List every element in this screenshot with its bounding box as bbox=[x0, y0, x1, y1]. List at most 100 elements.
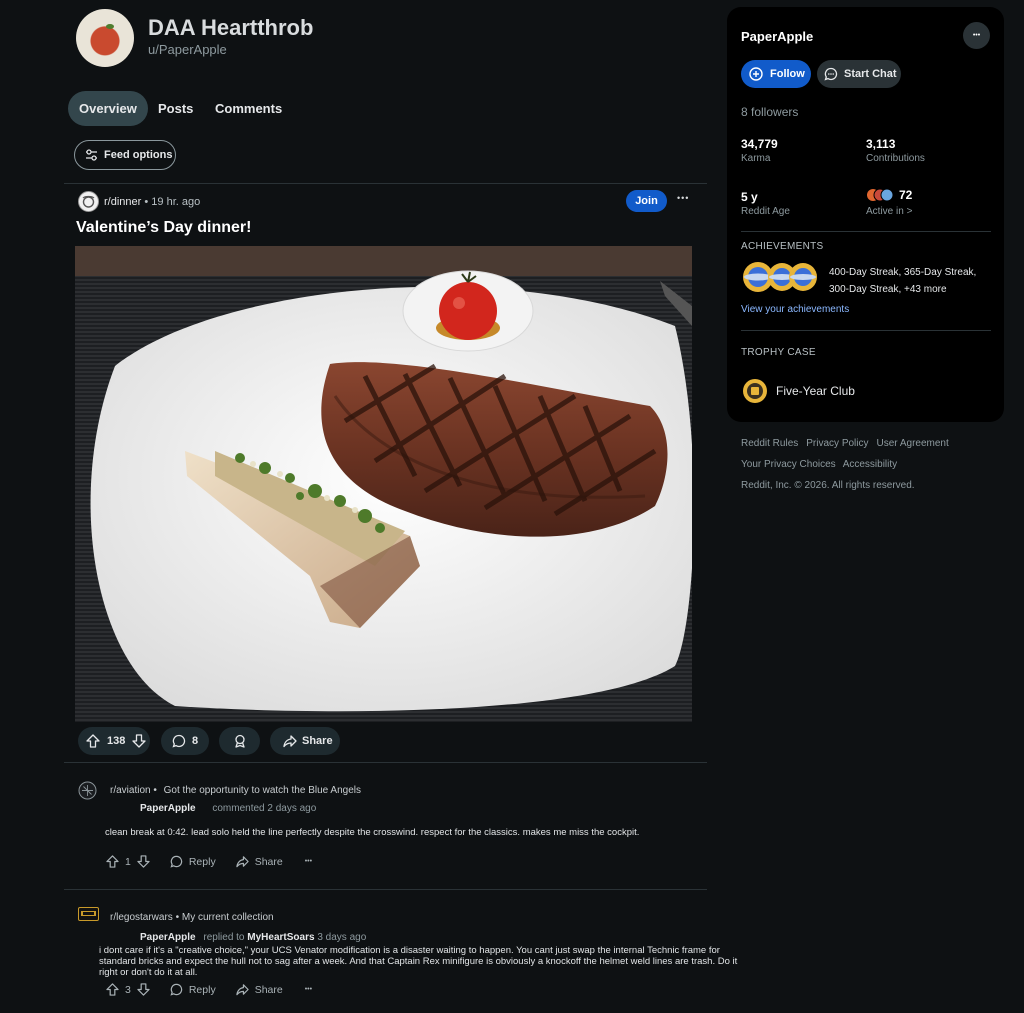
profile-display-name: DAA Heartthrob bbox=[148, 15, 314, 40]
footer-links-row-2: Your Privacy Choices Accessibility bbox=[741, 459, 897, 470]
follow-label: Follow bbox=[770, 68, 805, 80]
comment-meta: commented 2 days ago bbox=[212, 803, 317, 814]
post-more-button[interactable]: ••• bbox=[677, 193, 689, 203]
subreddit-dinner-icon[interactable] bbox=[78, 191, 99, 212]
achievements-heading: ACHIEVEMENTS bbox=[741, 241, 824, 252]
accessibility-link[interactable]: Accessibility bbox=[843, 459, 897, 470]
share-label: Share bbox=[302, 735, 333, 747]
active-in-value: 72 bbox=[899, 188, 913, 202]
reply-icon[interactable] bbox=[170, 855, 183, 868]
comment-author[interactable]: PaperApple bbox=[140, 803, 196, 814]
award-button[interactable] bbox=[219, 727, 260, 755]
comment-more-button[interactable]: ••• bbox=[305, 858, 312, 865]
share-icon[interactable] bbox=[236, 983, 249, 996]
downvote-icon[interactable] bbox=[132, 734, 147, 748]
reply-button[interactable]: Reply bbox=[189, 984, 216, 996]
sidebar-username: PaperApple bbox=[741, 29, 814, 44]
start-chat-label: Start Chat bbox=[844, 68, 897, 80]
followers-count[interactable]: 8 followers bbox=[741, 105, 798, 119]
comment-author[interactable]: PaperApple bbox=[140, 932, 196, 943]
comment-post-title[interactable]: Got the opportunity to watch the Blue An… bbox=[164, 785, 361, 796]
comments-button[interactable]: 8 bbox=[161, 727, 209, 755]
comment-post-title[interactable]: My current collection bbox=[182, 912, 274, 923]
comment-author-line: PaperApple commented 2 days ago bbox=[140, 803, 316, 814]
post-subreddit[interactable]: r/dinner bbox=[104, 196, 141, 208]
share-button[interactable]: Share bbox=[255, 984, 283, 996]
aviation-subreddit-icon[interactable] bbox=[78, 781, 97, 800]
achievements-line-1: 400-Day Streak, 365-Day Streak, bbox=[829, 267, 977, 278]
share-button[interactable]: Share bbox=[255, 856, 283, 868]
plus-circle-icon bbox=[749, 67, 763, 81]
comment-text: clean break at 0:42. lead solo held the … bbox=[105, 827, 640, 838]
achievement-badges-icon bbox=[741, 260, 821, 294]
share-button[interactable]: Share bbox=[270, 727, 340, 755]
divider bbox=[741, 231, 991, 232]
downvote-icon[interactable] bbox=[137, 855, 150, 868]
tab-comments[interactable]: Comments bbox=[204, 91, 293, 126]
upvote-icon[interactable] bbox=[106, 983, 119, 996]
reply-button[interactable]: Reply bbox=[189, 856, 216, 868]
active-in-row[interactable]: 72 bbox=[866, 188, 912, 202]
reddit-age-value: 5 y bbox=[741, 190, 758, 204]
achievements-summary: 400-Day Streak, 365-Day Streak, 300-Day … bbox=[829, 264, 976, 298]
comment-more-button[interactable]: ••• bbox=[305, 986, 312, 993]
post-time: 19 hr. ago bbox=[151, 196, 201, 208]
downvote-icon[interactable] bbox=[137, 983, 150, 996]
tab-overview[interactable]: Overview bbox=[68, 91, 148, 126]
award-icon bbox=[233, 734, 247, 748]
feed-options-button[interactable]: Feed options bbox=[74, 140, 176, 170]
trophy-case-heading: TROPHY CASE bbox=[741, 347, 816, 358]
reply-icon[interactable] bbox=[170, 983, 183, 996]
divider bbox=[64, 183, 707, 184]
profile-username: u/PaperApple bbox=[148, 42, 227, 57]
privacy-choices-link[interactable]: Your Privacy Choices bbox=[741, 459, 836, 470]
follow-button[interactable]: Follow bbox=[741, 60, 811, 88]
post-separator: • bbox=[144, 196, 149, 208]
sidebar-more-button[interactable]: ••• bbox=[963, 22, 990, 49]
tab-posts[interactable]: Posts bbox=[147, 91, 204, 126]
profile-avatar[interactable] bbox=[76, 9, 134, 67]
comment-actions: 1 Reply Share ••• bbox=[106, 855, 312, 868]
share-icon bbox=[283, 734, 297, 748]
comment-text: i dont care if it's a "creative choice,"… bbox=[99, 945, 738, 978]
view-achievements-link[interactable]: View your achievements bbox=[741, 304, 849, 315]
post-meta: r/dinner • 19 hr. ago bbox=[104, 196, 200, 208]
privacy-policy-link[interactable]: Privacy Policy bbox=[806, 438, 868, 449]
sliders-icon bbox=[85, 149, 98, 161]
join-button[interactable]: Join bbox=[626, 190, 667, 212]
trophy-name[interactable]: Five-Year Club bbox=[776, 384, 855, 398]
vote-count: 138 bbox=[107, 735, 126, 747]
user-agreement-link[interactable]: User Agreement bbox=[877, 438, 949, 449]
upvote-icon[interactable] bbox=[86, 734, 100, 748]
comment-subreddit[interactable]: r/legostarwars bbox=[110, 912, 173, 923]
comment-context: r/aviation • Got the opportunity to watc… bbox=[110, 785, 361, 796]
comment-bubble-icon bbox=[172, 734, 186, 748]
start-chat-button[interactable]: Start Chat bbox=[817, 60, 901, 88]
legostarwars-subreddit-icon[interactable] bbox=[78, 907, 99, 921]
divider bbox=[64, 762, 707, 763]
community-icons bbox=[866, 188, 894, 202]
post-image[interactable] bbox=[75, 246, 692, 722]
upvote-icon[interactable] bbox=[106, 855, 119, 868]
karma-value: 34,779 bbox=[741, 137, 778, 151]
divider bbox=[64, 889, 707, 890]
contributions-label: Contributions bbox=[866, 153, 925, 164]
footer-links-row-1: Reddit Rules Privacy Policy User Agreeme… bbox=[741, 438, 949, 449]
comment-bullet: • bbox=[153, 785, 157, 796]
comment-subreddit[interactable]: r/aviation bbox=[110, 785, 151, 796]
share-icon[interactable] bbox=[236, 855, 249, 868]
post-title[interactable]: Valentine’s Day dinner! bbox=[76, 219, 251, 237]
comment-meta-prefix: replied to bbox=[203, 932, 245, 943]
comment-author-line: PaperApple replied to MyHeartSoars 3 day… bbox=[140, 932, 366, 943]
active-in-label[interactable]: Active in > bbox=[866, 206, 912, 217]
comment-meta-time: 3 days ago bbox=[317, 932, 367, 943]
reddit-rules-link[interactable]: Reddit Rules bbox=[741, 438, 798, 449]
comment-bullet: • bbox=[175, 912, 180, 923]
comment-reply-to[interactable]: MyHeartSoars bbox=[247, 932, 314, 943]
achievements-line-2: 300-Day Streak, +43 more bbox=[829, 284, 947, 295]
steak-dinner-photo bbox=[75, 246, 692, 722]
karma-label: Karma bbox=[741, 153, 771, 164]
comment-score: 1 bbox=[125, 855, 131, 868]
sidebar-more-label: ••• bbox=[972, 32, 981, 39]
chat-icon bbox=[824, 67, 838, 81]
